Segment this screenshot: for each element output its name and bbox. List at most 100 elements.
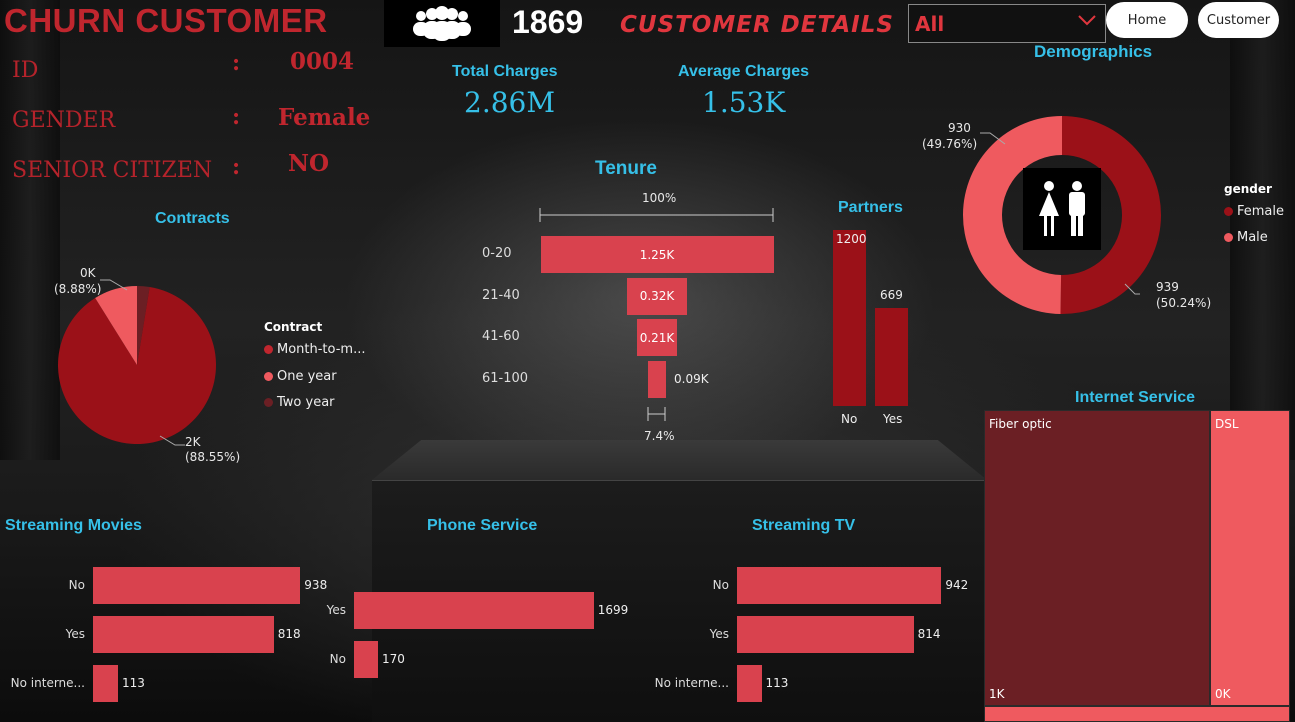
colon-separator: : [232, 50, 241, 76]
streaming-movies-bar[interactable] [93, 665, 118, 702]
legend-item-male[interactable]: Male [1224, 230, 1268, 245]
legend-item-two-year[interactable]: Two year [264, 395, 335, 410]
legend-dot [1224, 207, 1233, 216]
customer-slicer-dropdown[interactable]: All [908, 4, 1106, 43]
gender-label: GENDER [12, 108, 116, 133]
gender-legend-title: gender [1224, 182, 1272, 196]
legend-label: Two year [277, 395, 335, 410]
streaming-movies-title: Streaming Movies [5, 517, 142, 534]
funnel-bar-label: 0.21K [639, 330, 675, 345]
partners-category-label: No [841, 412, 858, 426]
background-box-top [372, 440, 987, 480]
contracts-title: Contracts [155, 210, 230, 227]
streaming-tv-bar[interactable] [737, 616, 914, 653]
phone-service-category-label: No [329, 651, 346, 666]
demographics-percent-male: (49.76%) [922, 137, 978, 151]
people-icon [413, 5, 471, 41]
legend-dot [264, 345, 273, 354]
treemap-cell-dsl[interactable]: DSL 0K [1210, 410, 1290, 706]
colon-separator: : [232, 154, 241, 180]
tenure-category-label: 61-100 [482, 370, 529, 386]
partners-bar-value: 1200 [836, 232, 867, 246]
phone-service-bar-value: 1699 [597, 602, 629, 617]
chevron-down-icon [1078, 15, 1096, 26]
streaming-tv-title: Streaming TV [752, 517, 856, 534]
streaming-movies-category-label: No interne... [10, 675, 85, 690]
home-button[interactable]: Home [1106, 2, 1188, 38]
partners-bar-value: 669 [880, 287, 903, 302]
treemap-cell-fiber-optic[interactable]: Fiber optic 1K [984, 410, 1210, 706]
internet-service-title: Internet Service [1075, 389, 1196, 406]
legend-label: Male [1237, 230, 1268, 245]
id-label: ID [12, 58, 39, 83]
funnel-bar[interactable]: 0.32K [627, 277, 687, 315]
legend-item-one-year[interactable]: One year [264, 369, 337, 384]
streaming-movies-bar-value: 818 [277, 626, 301, 641]
partners-category-label: Yes [883, 412, 903, 426]
customer-details-title: CUSTOMER DETAILS [620, 12, 894, 38]
funnel-top-percent: 100% [642, 191, 677, 205]
legend-dot [264, 372, 273, 381]
streaming-movies-bar[interactable] [93, 567, 301, 604]
customer-button[interactable]: Customer [1198, 2, 1279, 38]
demographics-percent-female: (50.24%) [1156, 296, 1212, 310]
funnel-top-bracket [539, 208, 774, 222]
funnel-bar-label: 0.32K [639, 289, 675, 303]
treemap-label: DSL [1215, 417, 1239, 431]
streaming-movies-category-label: Yes [65, 626, 85, 641]
treemap-cell-no-internet[interactable] [984, 706, 1290, 722]
phone-service-title: Phone Service [427, 517, 538, 534]
partners-title: Partners [838, 199, 903, 216]
total-charges-label: Total Charges [452, 63, 558, 80]
funnel-bottom-bracket [647, 407, 666, 421]
page-title: CHURN CUSTOMER [4, 2, 328, 39]
legend-label: Month-to-m... [277, 342, 366, 357]
phone-service-bar[interactable] [354, 592, 594, 629]
phone-service-category-label: Yes [326, 602, 346, 617]
funnel-bottom-percent: 7.4% [644, 429, 675, 443]
streaming-tv-category-label: No interne... [654, 675, 729, 690]
contracts-percent-month: (88.55%) [185, 450, 241, 464]
average-charges-value: 1.53K [702, 86, 786, 119]
total-charges-value: 2.86M [464, 86, 556, 119]
demographics-title: Demographics [1034, 42, 1153, 61]
churn-count: 1869 [512, 4, 584, 40]
streaming-tv-bar[interactable] [737, 665, 762, 702]
funnel-bar-label: 1.25K [639, 247, 675, 262]
contracts-label-one-year: 0K [80, 266, 96, 280]
gender-icon-box [1023, 168, 1101, 250]
tenure-title: Tenure [595, 158, 657, 179]
legend-item-month-to-month[interactable]: Month-to-m... [264, 342, 365, 357]
senior-citizen-value: NO [288, 150, 330, 177]
funnel-bar[interactable]: 0.21K [637, 319, 677, 356]
legend-label: One year [277, 369, 337, 384]
legend-item-female[interactable]: Female [1224, 204, 1284, 219]
treemap-value: 0K [1215, 687, 1231, 701]
legend-dot [264, 398, 273, 407]
funnel-bar[interactable]: 0.09K [648, 360, 709, 398]
contracts-percent-one-year: (8.88%) [54, 282, 102, 296]
streaming-movies-category-label: No [68, 577, 85, 592]
tenure-category-label: 41-60 [482, 329, 520, 344]
streaming-movies-bar[interactable] [93, 616, 274, 653]
streaming-tv-category-label: Yes [709, 626, 729, 641]
treemap-value: 1K [989, 687, 1005, 701]
contracts-label-month: 2K [185, 435, 201, 449]
id-value: 0004 [290, 48, 355, 75]
legend-label: Female [1237, 204, 1285, 219]
funnel-bar[interactable]: 1.25K [540, 236, 774, 273]
funnel-bar-label: 0.09K [674, 372, 709, 386]
partners-bar[interactable] [875, 307, 908, 406]
contracts-legend-title: Contract [264, 320, 323, 334]
customers-icon-box [384, 0, 500, 47]
phone-service-bar[interactable] [354, 641, 378, 678]
phone-service-bar-value: 170 [381, 651, 405, 666]
streaming-tv-bar[interactable] [737, 567, 942, 604]
slicer-value: All [915, 11, 945, 36]
streaming-tv-bar-value: 113 [765, 675, 789, 690]
streaming-tv-bar-value: 814 [917, 626, 941, 641]
average-charges-label: Average Charges [678, 63, 810, 80]
treemap-label: Fiber optic [989, 417, 1052, 431]
demographics-value-female: 939 [1156, 280, 1179, 294]
partners-bar[interactable] [833, 230, 866, 406]
